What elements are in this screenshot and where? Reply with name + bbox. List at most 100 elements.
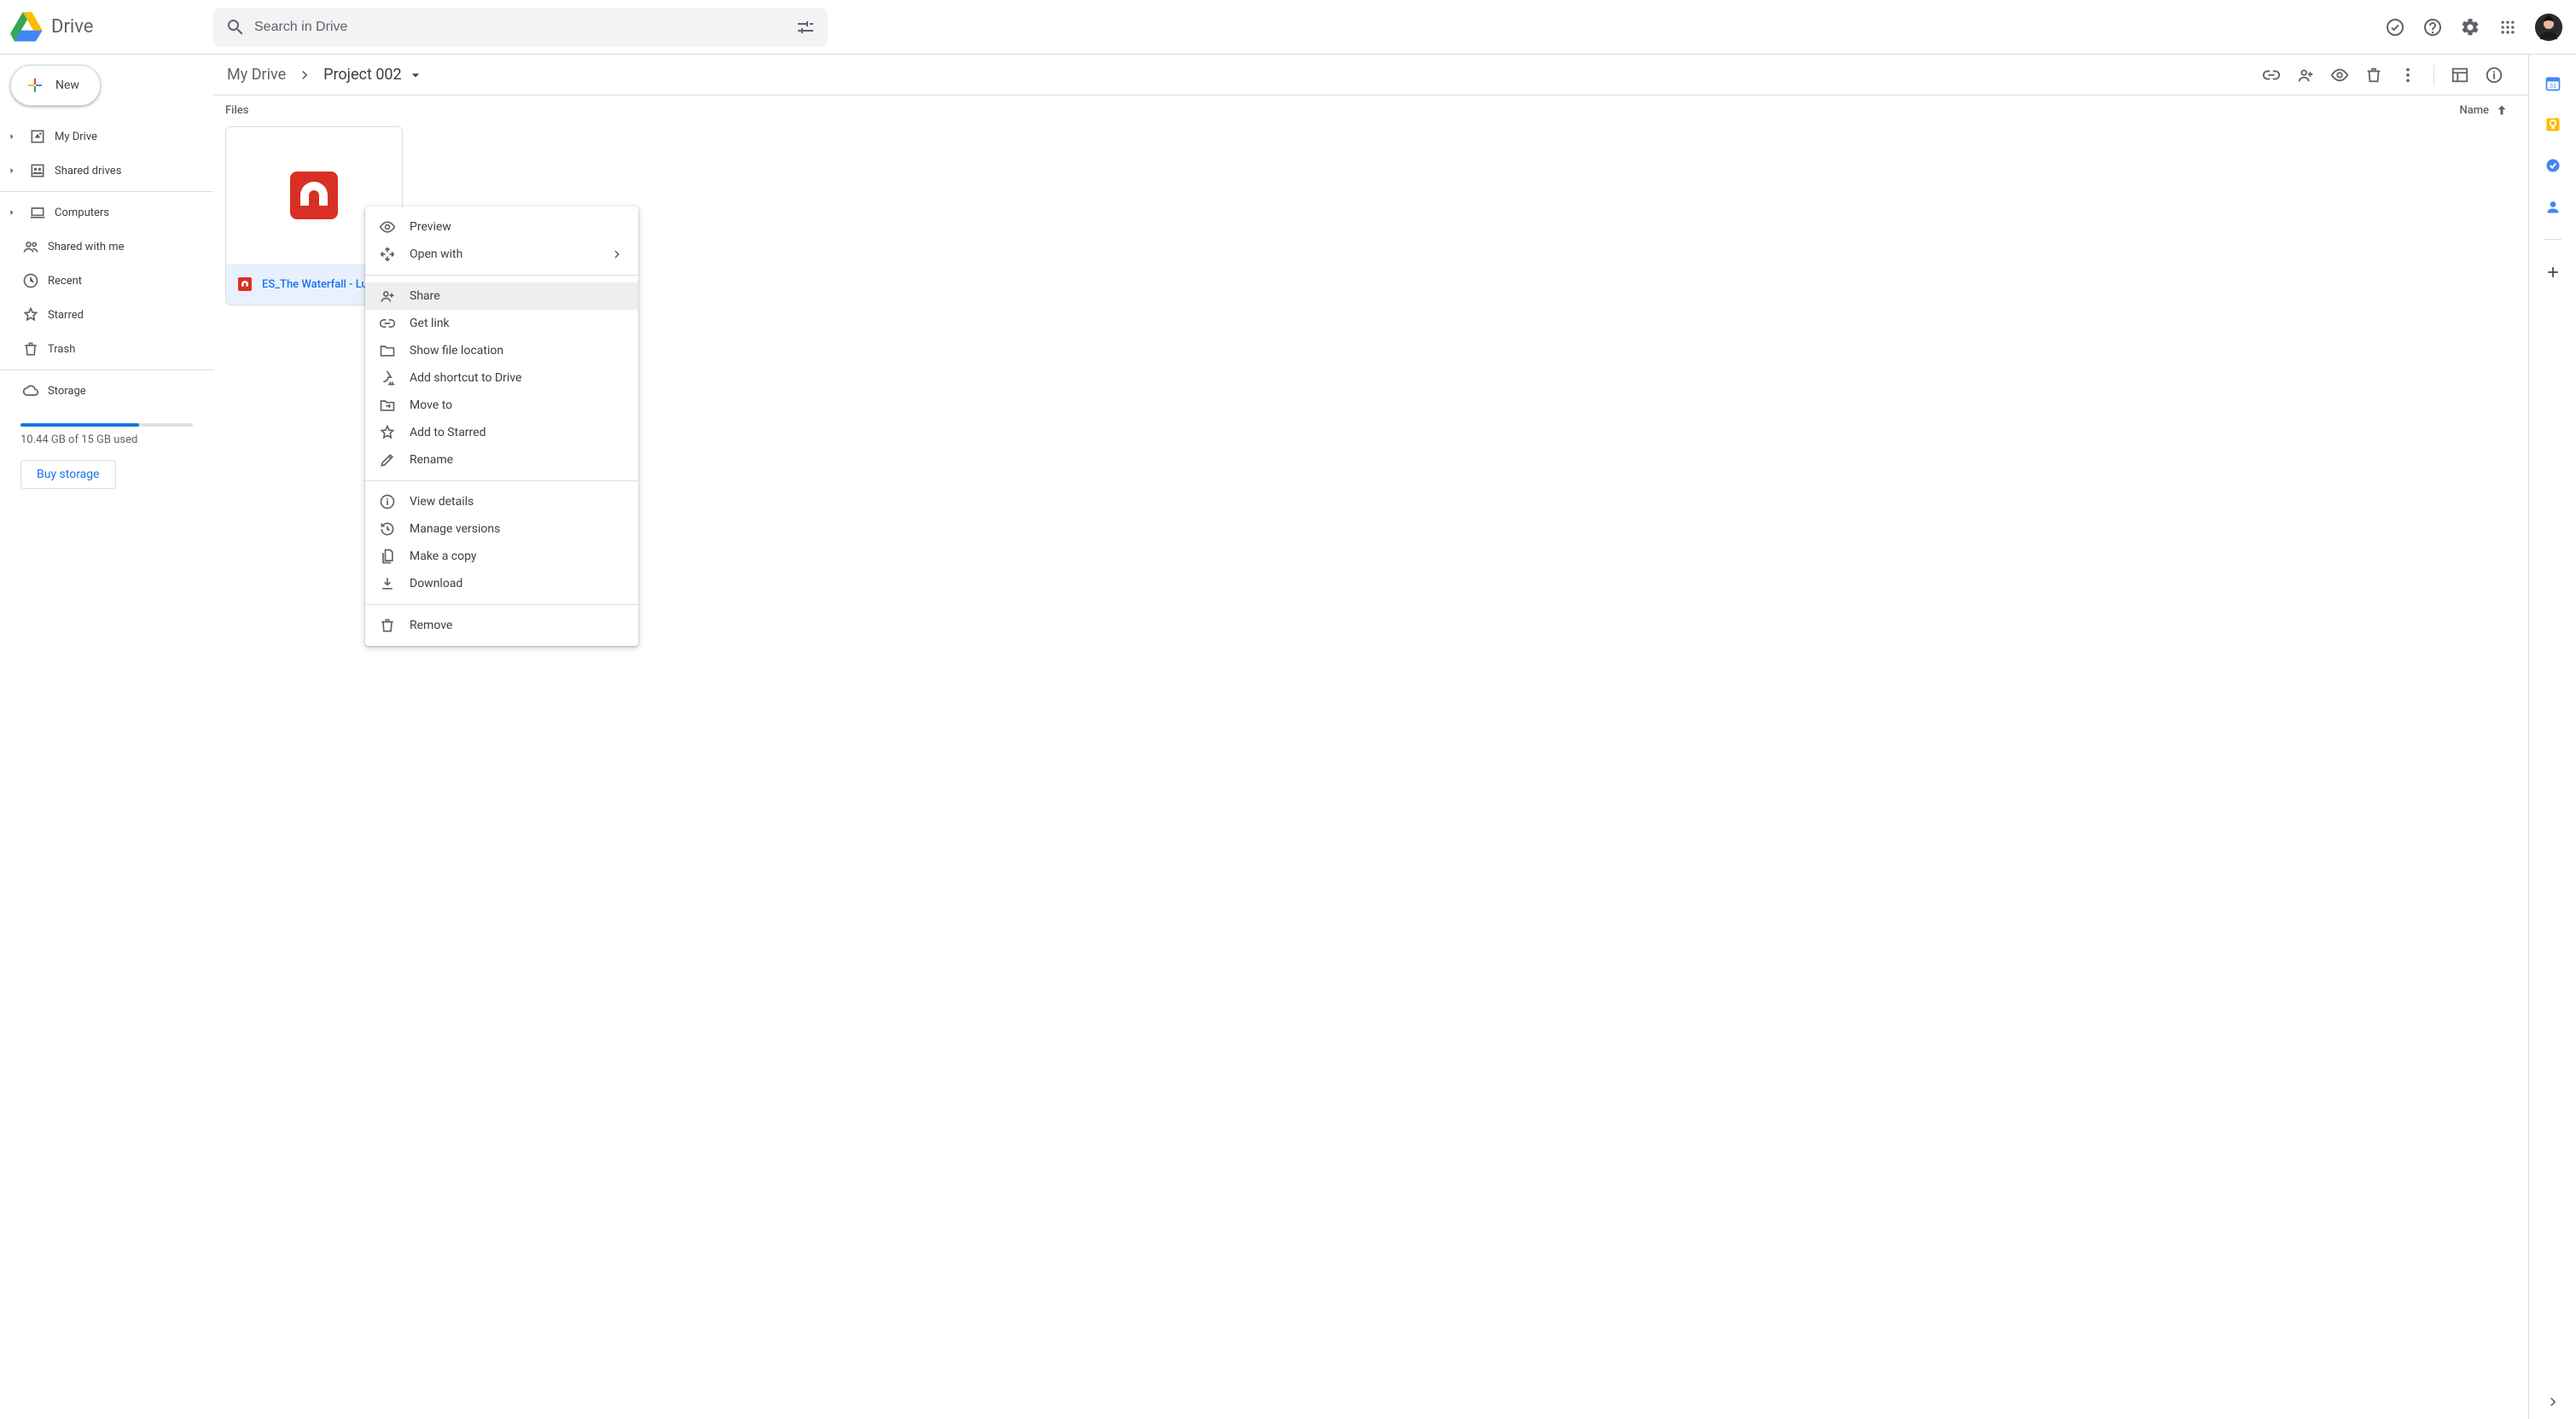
sidebar-item-shared-with-me[interactable]: Shared with me xyxy=(0,230,213,264)
sidebar-item-my-drive[interactable]: My Drive xyxy=(0,119,213,154)
new-button-label: New xyxy=(55,79,79,92)
storage-bar xyxy=(20,423,193,427)
remove-icon[interactable] xyxy=(2357,58,2391,92)
menu-item-add-shortcut-to-drive[interactable]: Add shortcut to Drive xyxy=(365,364,638,392)
get-link-icon[interactable] xyxy=(2254,58,2288,92)
sidebar-item-label: Shared with me xyxy=(48,241,125,253)
share-icon[interactable] xyxy=(2288,58,2323,92)
menu-item-view-details[interactable]: View details xyxy=(365,488,638,515)
menu-item-preview[interactable]: Preview xyxy=(365,213,638,241)
info-icon xyxy=(379,493,396,510)
file-name: ES_The Waterfall - Lu xyxy=(262,278,368,291)
menu-item-rename[interactable]: Rename xyxy=(365,446,638,474)
sidebar-item-trash[interactable]: Trash xyxy=(0,332,213,366)
caret-down-icon xyxy=(407,67,424,84)
menu-item-label: Show file location xyxy=(410,344,503,358)
sidebar-item-computers[interactable]: Computers xyxy=(0,195,213,230)
files-area: ES_The Waterfall - Lu Preview Open with Sh… xyxy=(213,121,2528,1419)
apps-launcher-icon[interactable] xyxy=(2491,10,2525,44)
main: My Drive Project 002 Files Name xyxy=(213,55,2528,1419)
svg-text:31: 31 xyxy=(2549,82,2556,90)
menu-item-label: Download xyxy=(410,577,462,590)
sidebar-item-recent[interactable]: Recent xyxy=(0,264,213,298)
menu-item-remove[interactable]: Remove xyxy=(365,612,638,639)
star-icon xyxy=(20,306,41,323)
menu-item-label: Get link xyxy=(410,317,450,330)
expand-icon[interactable] xyxy=(3,162,20,179)
sidebar-item-storage[interactable]: Storage xyxy=(0,374,213,408)
menu-item-add-to-starred[interactable]: Add to Starred xyxy=(365,419,638,446)
sort-by-name[interactable]: Name xyxy=(2459,102,2509,118)
expand-icon[interactable] xyxy=(3,128,20,145)
menu-item-label: Remove xyxy=(410,619,452,632)
download-icon xyxy=(379,575,396,592)
expand-icon[interactable] xyxy=(3,204,20,221)
chevron-right-icon xyxy=(296,67,313,84)
audio-file-icon xyxy=(287,168,341,223)
help-icon[interactable] xyxy=(2416,10,2450,44)
menu-item-show-file-location[interactable]: Show file location xyxy=(365,337,638,364)
sidebar-item-starred[interactable]: Starred xyxy=(0,298,213,332)
menu-item-label: Add to Starred xyxy=(410,426,486,439)
history-icon xyxy=(379,520,396,538)
breadcrumb-current[interactable]: Project 002 xyxy=(317,62,431,87)
menu-item-open-with[interactable]: Open with xyxy=(365,241,638,268)
plus-icon xyxy=(25,75,45,96)
openwith-icon xyxy=(379,246,396,263)
eye-icon xyxy=(379,218,396,236)
sidebar-item-shared-drives[interactable]: Shared drives xyxy=(0,154,213,188)
star-icon xyxy=(379,424,396,441)
menu-item-label: View details xyxy=(410,495,474,509)
buy-storage-button[interactable]: Buy storage xyxy=(20,460,116,489)
mydrive-icon xyxy=(27,128,48,145)
settings-icon[interactable] xyxy=(2453,10,2487,44)
sidebar-item-label: Starred xyxy=(48,309,84,322)
pencil-icon xyxy=(379,451,396,468)
sidebar: New My Drive Shared drives Computers Share… xyxy=(0,55,213,1419)
app-name: Drive xyxy=(51,16,93,38)
menu-item-make-a-copy[interactable]: Make a copy xyxy=(365,543,638,570)
new-button[interactable]: New xyxy=(10,65,101,106)
people-icon xyxy=(20,238,41,255)
list-view-icon[interactable] xyxy=(2443,58,2477,92)
search-icon[interactable] xyxy=(218,10,253,44)
menu-item-share[interactable]: Share xyxy=(365,282,638,310)
laptop-icon xyxy=(27,204,48,221)
search-input[interactable] xyxy=(253,19,788,36)
storage-label: Storage xyxy=(48,385,86,398)
menu-item-label: Move to xyxy=(410,398,452,412)
cloud-icon xyxy=(20,382,41,399)
account-avatar[interactable] xyxy=(2535,14,2562,41)
tasks-addon-icon[interactable] xyxy=(2536,148,2570,183)
search-bar[interactable] xyxy=(213,8,828,47)
menu-item-download[interactable]: Download xyxy=(365,570,638,597)
sidebar-item-label: Recent xyxy=(48,275,82,288)
brand[interactable]: Drive xyxy=(10,10,213,44)
calendar-addon-icon[interactable]: 31 xyxy=(2536,67,2570,101)
offline-ready-icon[interactable] xyxy=(2378,10,2412,44)
collapse-sidepanel-icon[interactable] xyxy=(2536,1385,2570,1419)
audio-file-small-icon xyxy=(238,277,252,291)
topbar: Drive xyxy=(0,0,2576,55)
menu-item-label: Share xyxy=(410,289,440,303)
side-panel: 31 xyxy=(2528,55,2576,1419)
more-actions-icon[interactable] xyxy=(2391,58,2425,92)
contacts-addon-icon[interactable] xyxy=(2536,189,2570,224)
menu-item-label: Preview xyxy=(410,220,451,234)
storage-usage-text: 10.44 GB of 15 GB used xyxy=(20,433,193,446)
search-options-icon[interactable] xyxy=(788,10,823,44)
sidebar-item-label: Trash xyxy=(48,343,75,356)
menu-item-get-link[interactable]: Get link xyxy=(365,310,638,337)
menu-item-label: Add shortcut to Drive xyxy=(410,371,521,385)
clock-icon xyxy=(20,272,41,289)
get-addons-icon[interactable] xyxy=(2536,255,2570,289)
preview-icon[interactable] xyxy=(2323,58,2357,92)
view-details-icon[interactable] xyxy=(2477,58,2511,92)
menu-item-manage-versions[interactable]: Manage versions xyxy=(365,515,638,543)
breadcrumb-root[interactable]: My Drive xyxy=(220,62,293,87)
menu-item-move-to[interactable]: Move to xyxy=(365,392,638,419)
path-bar: My Drive Project 002 xyxy=(213,55,2528,96)
sidebar-item-label: My Drive xyxy=(55,131,97,143)
chevron-right-icon xyxy=(609,247,625,262)
keep-addon-icon[interactable] xyxy=(2536,108,2570,142)
